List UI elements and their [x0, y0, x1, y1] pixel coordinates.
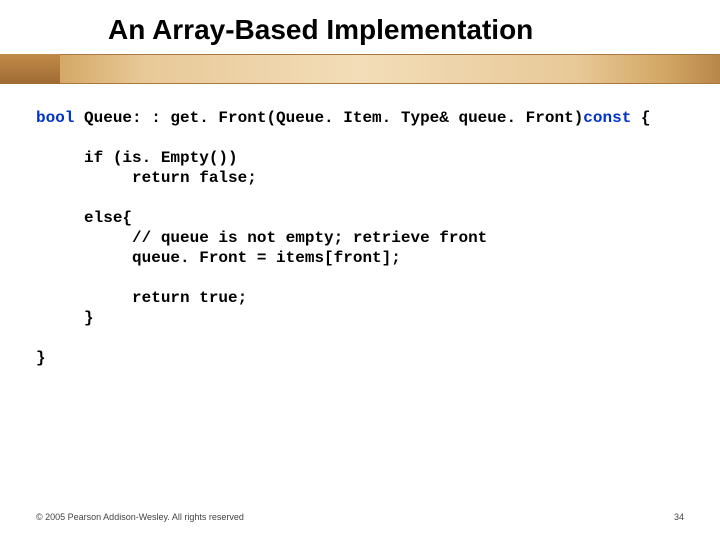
kw-const: const — [583, 109, 631, 127]
code-block: bool Queue: : get. Front(Queue. Item. Ty… — [36, 108, 700, 368]
code-l1b: Queue: : get. Front(Queue. Item. Type& q… — [74, 109, 583, 127]
code-l8: } — [36, 309, 94, 327]
footer: © 2005 Pearson Addison-Wesley. All right… — [36, 512, 684, 522]
code-l1d: { — [631, 109, 650, 127]
code-l5: // queue is not empty; retrieve front — [36, 229, 487, 247]
copyright-text: © 2005 Pearson Addison-Wesley. All right… — [36, 512, 244, 522]
code-l3: return false; — [36, 169, 257, 187]
header-left-accent — [0, 54, 60, 84]
code-l4: else{ — [36, 209, 132, 227]
code-l2: if (is. Empty()) — [36, 149, 238, 167]
code-l6: queue. Front = items[front]; — [36, 249, 401, 267]
header-band — [0, 54, 720, 84]
code-l9: } — [36, 349, 46, 367]
slide-title: An Array-Based Implementation — [108, 14, 533, 46]
code-l7: return true; — [36, 289, 247, 307]
page-number: 34 — [674, 512, 684, 522]
kw-bool: bool — [36, 109, 74, 127]
